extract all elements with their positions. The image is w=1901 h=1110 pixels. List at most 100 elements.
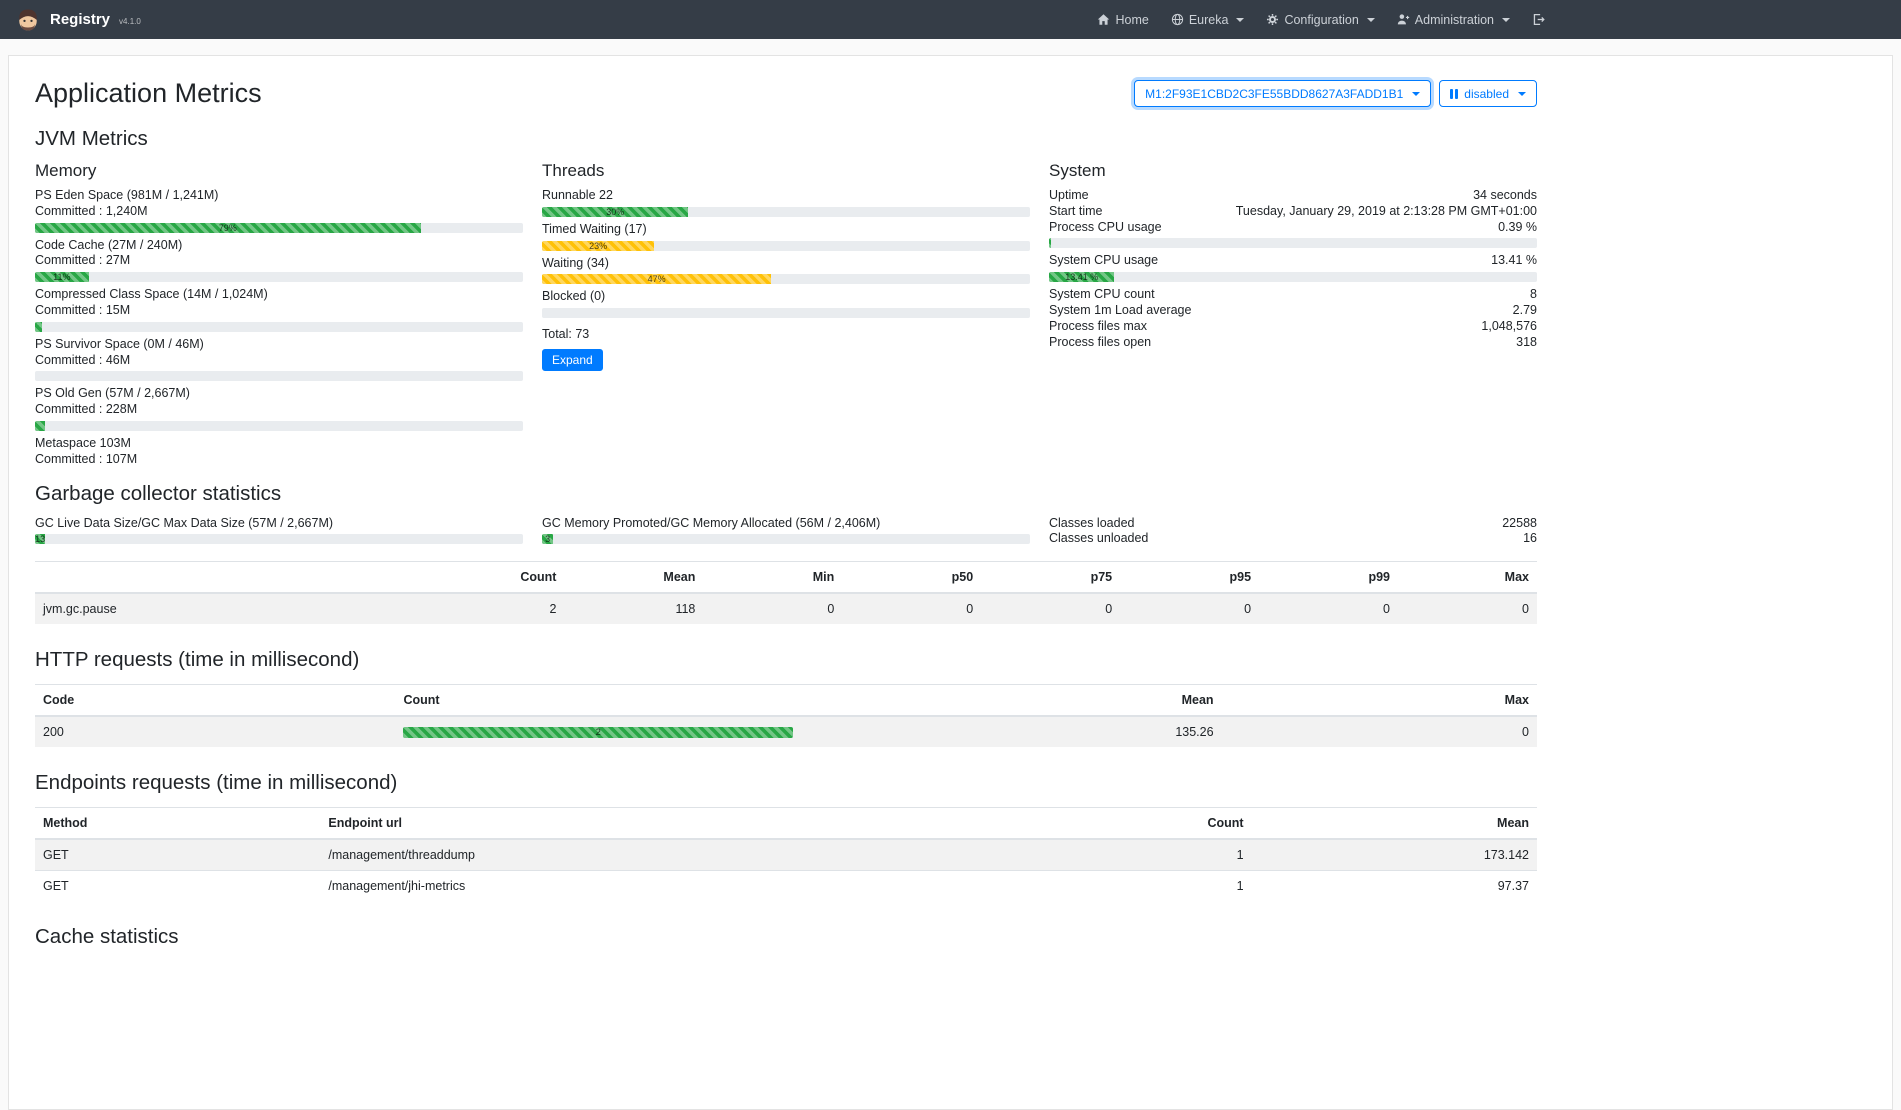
table-cell: 0 (842, 593, 981, 624)
memory-metric-label: PS Survivor Space (0M / 46M) (35, 337, 523, 353)
memory-metric-label: Metaspace 103M (35, 436, 523, 452)
table-cell: 135.26 (801, 716, 1222, 747)
progress-bar: 3 (542, 534, 553, 544)
thread-metric: Waiting (34) 47% (542, 256, 1030, 285)
table-header-cell: Mean (564, 562, 703, 594)
gc-classes-value: 22588 (1502, 516, 1537, 532)
jvm-metrics-title: JVM Metrics (35, 127, 1537, 151)
gc-live-data-label: GC Live Data Size/GC Max Data Size (57M … (35, 516, 523, 532)
nav-item-eureka-label: Eureka (1189, 13, 1229, 27)
thread-metric-label: Blocked (0) (542, 289, 1030, 305)
system-row-label: System CPU usage (1049, 253, 1158, 269)
jhipster-logo (14, 6, 42, 34)
content: Application Metrics M1:2F93E1CBD2C3FE55B… (35, 78, 1537, 949)
table-header-cell: p99 (1259, 562, 1398, 594)
thread-metric-label: Waiting (34) (542, 256, 1030, 272)
system-row-label: Start time (1049, 204, 1103, 220)
progress-bar (35, 421, 45, 431)
table-cell: GET (35, 871, 320, 902)
table-header-cell: p95 (1120, 562, 1259, 594)
progress-bar (1049, 238, 1051, 248)
refresh-dropdown[interactable]: disabled (1439, 80, 1537, 107)
endpoints-requests-title: Endpoints requests (time in millisecond) (35, 771, 1537, 795)
threads-title: Threads (542, 161, 1030, 181)
user-plus-icon (1397, 13, 1410, 26)
endpoints-table-header-row: Method Endpoint url Count Mean (35, 808, 1537, 840)
navbar-brand[interactable]: Registry v4.1.0 (14, 6, 141, 34)
thread-metric-label: Timed Waiting (17) (542, 222, 1030, 238)
system-row: System CPU usage 13.41 % (1049, 253, 1537, 269)
navbar: Registry v4.1.0 Home Eureka C (0, 0, 1901, 39)
system-row-value: 34 seconds (1473, 188, 1537, 204)
threads-section: Threads Runnable 22 30% Timed Waiting (1… (542, 161, 1030, 468)
progress-track: 13.41 % (1049, 272, 1537, 282)
system-row-value: 8 (1530, 287, 1537, 303)
progress-bar: 30% (542, 207, 688, 217)
table-cell: 0 (981, 593, 1120, 624)
table-header-cell: Max (1398, 562, 1537, 594)
nav-item-eureka[interactable]: Eureka (1160, 8, 1256, 32)
system-row-label: Process files max (1049, 319, 1147, 335)
table-cell: 0 (1398, 593, 1537, 624)
memory-metric: PS Eden Space (981M / 1,241M) Committed … (35, 188, 523, 233)
table-header-cell: Count (996, 808, 1251, 840)
memory-metric: Metaspace 103M Committed : 107M (35, 436, 523, 468)
table-cell: 173.142 (1252, 839, 1537, 871)
table-cell: GET (35, 839, 320, 871)
table-row: GET /management/threaddump 1 173.142 (35, 839, 1537, 871)
memory-metric-committed: Committed : 1,240M (35, 204, 523, 220)
table-header-cell: Method (35, 808, 320, 840)
system-row: System 1m Load average 2.79 (1049, 303, 1537, 319)
progress-bar: 79% (35, 223, 421, 233)
threads-total: Total: 73 (542, 326, 1030, 342)
gc-live-data: GC Live Data Size/GC Max Data Size (57M … (35, 516, 523, 550)
table-cell: 0 (1259, 593, 1398, 624)
home-icon (1097, 13, 1110, 26)
memory-metric: Code Cache (27M / 240M) Committed : 27M … (35, 238, 523, 283)
table-header-cell: Count (395, 685, 801, 717)
nav-item-administration-label: Administration (1415, 13, 1494, 27)
nav-item-configuration-label: Configuration (1284, 13, 1358, 27)
table-cell: 0 (1120, 593, 1259, 624)
nav-item-signout[interactable] (1521, 8, 1556, 31)
progress-bar: 2 (403, 727, 793, 738)
memory-metric-label: Code Cache (27M / 240M) (35, 238, 523, 254)
gc-classes-row: Classes loaded 22588 (1049, 516, 1537, 532)
http-table-header-row: Code Count Mean Max (35, 685, 1537, 717)
progress-track (35, 322, 523, 332)
instance-dropdown[interactable]: M1:2F93E1CBD2C3FE55BDD8627A3FADD1B1 (1134, 80, 1431, 107)
progress-track: 47% (542, 274, 1030, 284)
table-cell: 200 (35, 716, 395, 747)
table-header-cell: Endpoint url (320, 808, 996, 840)
system-row-label: System 1m Load average (1049, 303, 1191, 319)
globe-icon (1171, 13, 1184, 26)
system-row-label: Uptime (1049, 188, 1089, 204)
gc-classes-label: Classes unloaded (1049, 531, 1148, 547)
nav-item-home[interactable]: Home (1086, 8, 1159, 32)
progress-bar: 13 (35, 534, 45, 544)
system-row-label: Process CPU usage (1049, 220, 1162, 236)
table-cell: 118 (564, 593, 703, 624)
nav-item-administration[interactable]: Administration (1386, 8, 1521, 32)
gc-classes-value: 16 (1523, 531, 1537, 547)
thread-metric-label: Runnable 22 (542, 188, 1030, 204)
table-header-cell: Mean (801, 685, 1222, 717)
table-header-cell: Mean (1252, 808, 1537, 840)
nav-item-configuration[interactable]: Configuration (1255, 8, 1385, 32)
table-cell: 2 (395, 716, 801, 747)
memory-metric-committed: Committed : 15M (35, 303, 523, 319)
system-row-value: 0.39 % (1498, 220, 1537, 236)
progress-track: 79% (35, 223, 523, 233)
refresh-dropdown-label: disabled (1464, 87, 1509, 101)
system-row: Uptime 34 seconds (1049, 188, 1537, 204)
table-header-cell: Min (703, 562, 842, 594)
thread-metric: Timed Waiting (17) 23% (542, 222, 1030, 251)
expand-button[interactable]: Expand (542, 349, 603, 371)
cache-statistics-title: Cache statistics (35, 925, 1537, 949)
system-row: System CPU count 8 (1049, 287, 1537, 303)
system-section: System Uptime 34 seconds Start time Tues… (1049, 161, 1537, 468)
instance-dropdown-label: M1:2F93E1CBD2C3FE55BDD8627A3FADD1B1 (1145, 87, 1403, 101)
system-row: Process files max 1,048,576 (1049, 319, 1537, 335)
caret-down-icon (1367, 18, 1375, 22)
progress-bar: 13.41 % (1049, 272, 1114, 282)
